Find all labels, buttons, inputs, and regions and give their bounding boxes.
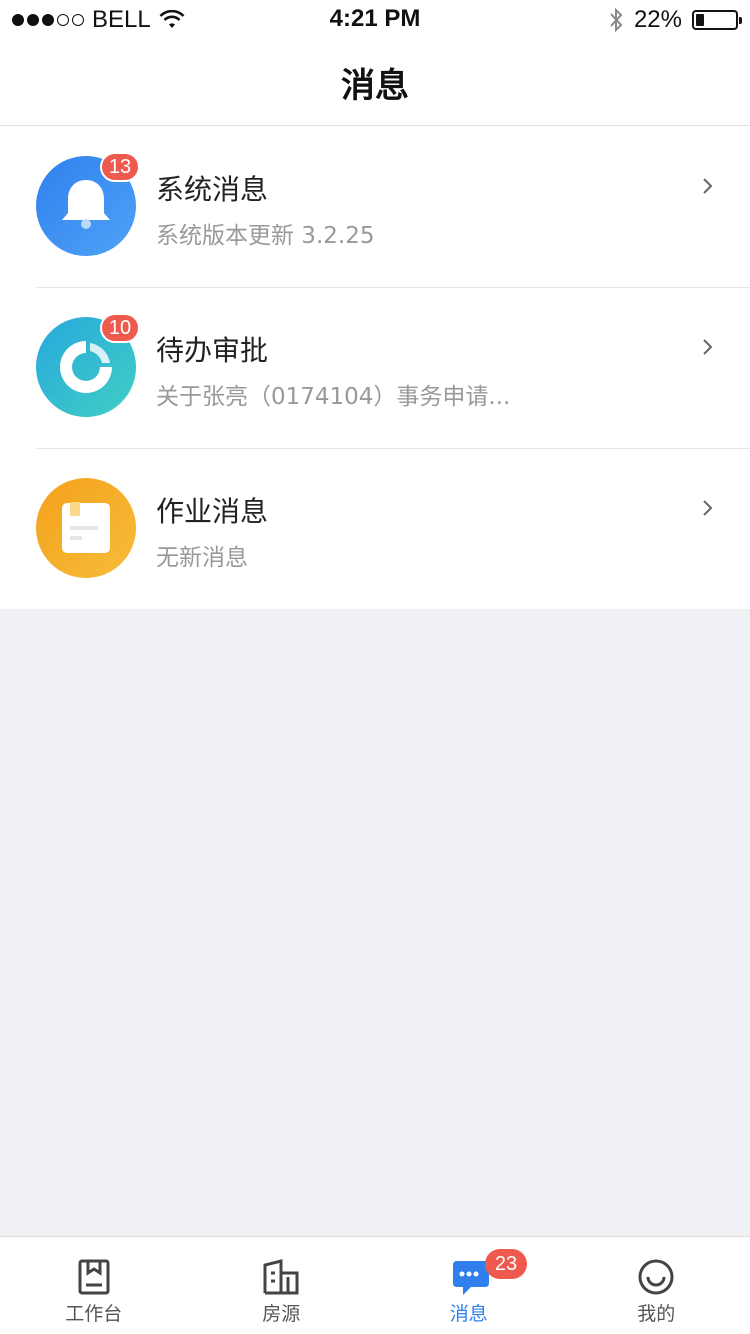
message-item-assignment[interactable]: 作业消息 无新消息 [0, 448, 750, 609]
message-subtitle: 关于张亮（0174104）事务申请... [156, 384, 511, 410]
chevron-right-icon [703, 500, 713, 516]
nav-bar: 消息 [0, 40, 750, 126]
message-item-system[interactable]: 13 系统消息 系统版本更新 3.2.25 [0, 126, 750, 287]
tab-workbench[interactable]: 工作台 [0, 1237, 188, 1334]
tab-listings[interactable]: 房源 [188, 1237, 376, 1334]
tab-label: 消息 [449, 1303, 488, 1325]
status-bar: BELL 4:21 PM 22% [0, 0, 750, 40]
tab-label: 工作台 [65, 1303, 123, 1325]
battery-percent: 22% [633, 6, 682, 33]
message-subtitle: 系统版本更新 3.2.25 [156, 223, 375, 249]
smile-icon [638, 1259, 674, 1295]
message-item-approval[interactable]: 10 待办审批 关于张亮（0174104）事务申请... [0, 287, 750, 448]
chat-icon [452, 1261, 489, 1295]
unread-badge: 13 [100, 152, 140, 182]
message-title: 系统消息 [156, 173, 269, 206]
tab-label: 我的 [637, 1303, 676, 1325]
bookmark-icon [78, 1259, 110, 1295]
tab-messages[interactable]: 消息 23 [375, 1237, 563, 1334]
battery-level [696, 14, 705, 26]
chevron-right-icon [703, 339, 713, 355]
building-icon [263, 1259, 299, 1295]
message-subtitle: 无新消息 [156, 545, 248, 571]
battery-icon [692, 10, 742, 30]
message-title: 作业消息 [156, 495, 269, 528]
message-list: 13 系统消息 系统版本更新 3.2.25 10 待办审批 关于张亮（01741… [0, 126, 750, 609]
document-icon [36, 478, 136, 578]
tab-label: 房源 [262, 1303, 301, 1325]
tab-profile[interactable]: 我的 [563, 1237, 750, 1334]
chevron-right-icon [703, 178, 713, 194]
unread-badge: 23 [485, 1249, 527, 1279]
status-right: 22% [608, 6, 742, 34]
message-title: 待办审批 [156, 334, 269, 367]
unread-badge: 10 [100, 313, 140, 343]
tab-bar: 工作台 房源 消息 23 我的 [0, 1236, 750, 1334]
page-title: 消息 [341, 66, 409, 106]
bluetooth-icon [610, 7, 623, 33]
